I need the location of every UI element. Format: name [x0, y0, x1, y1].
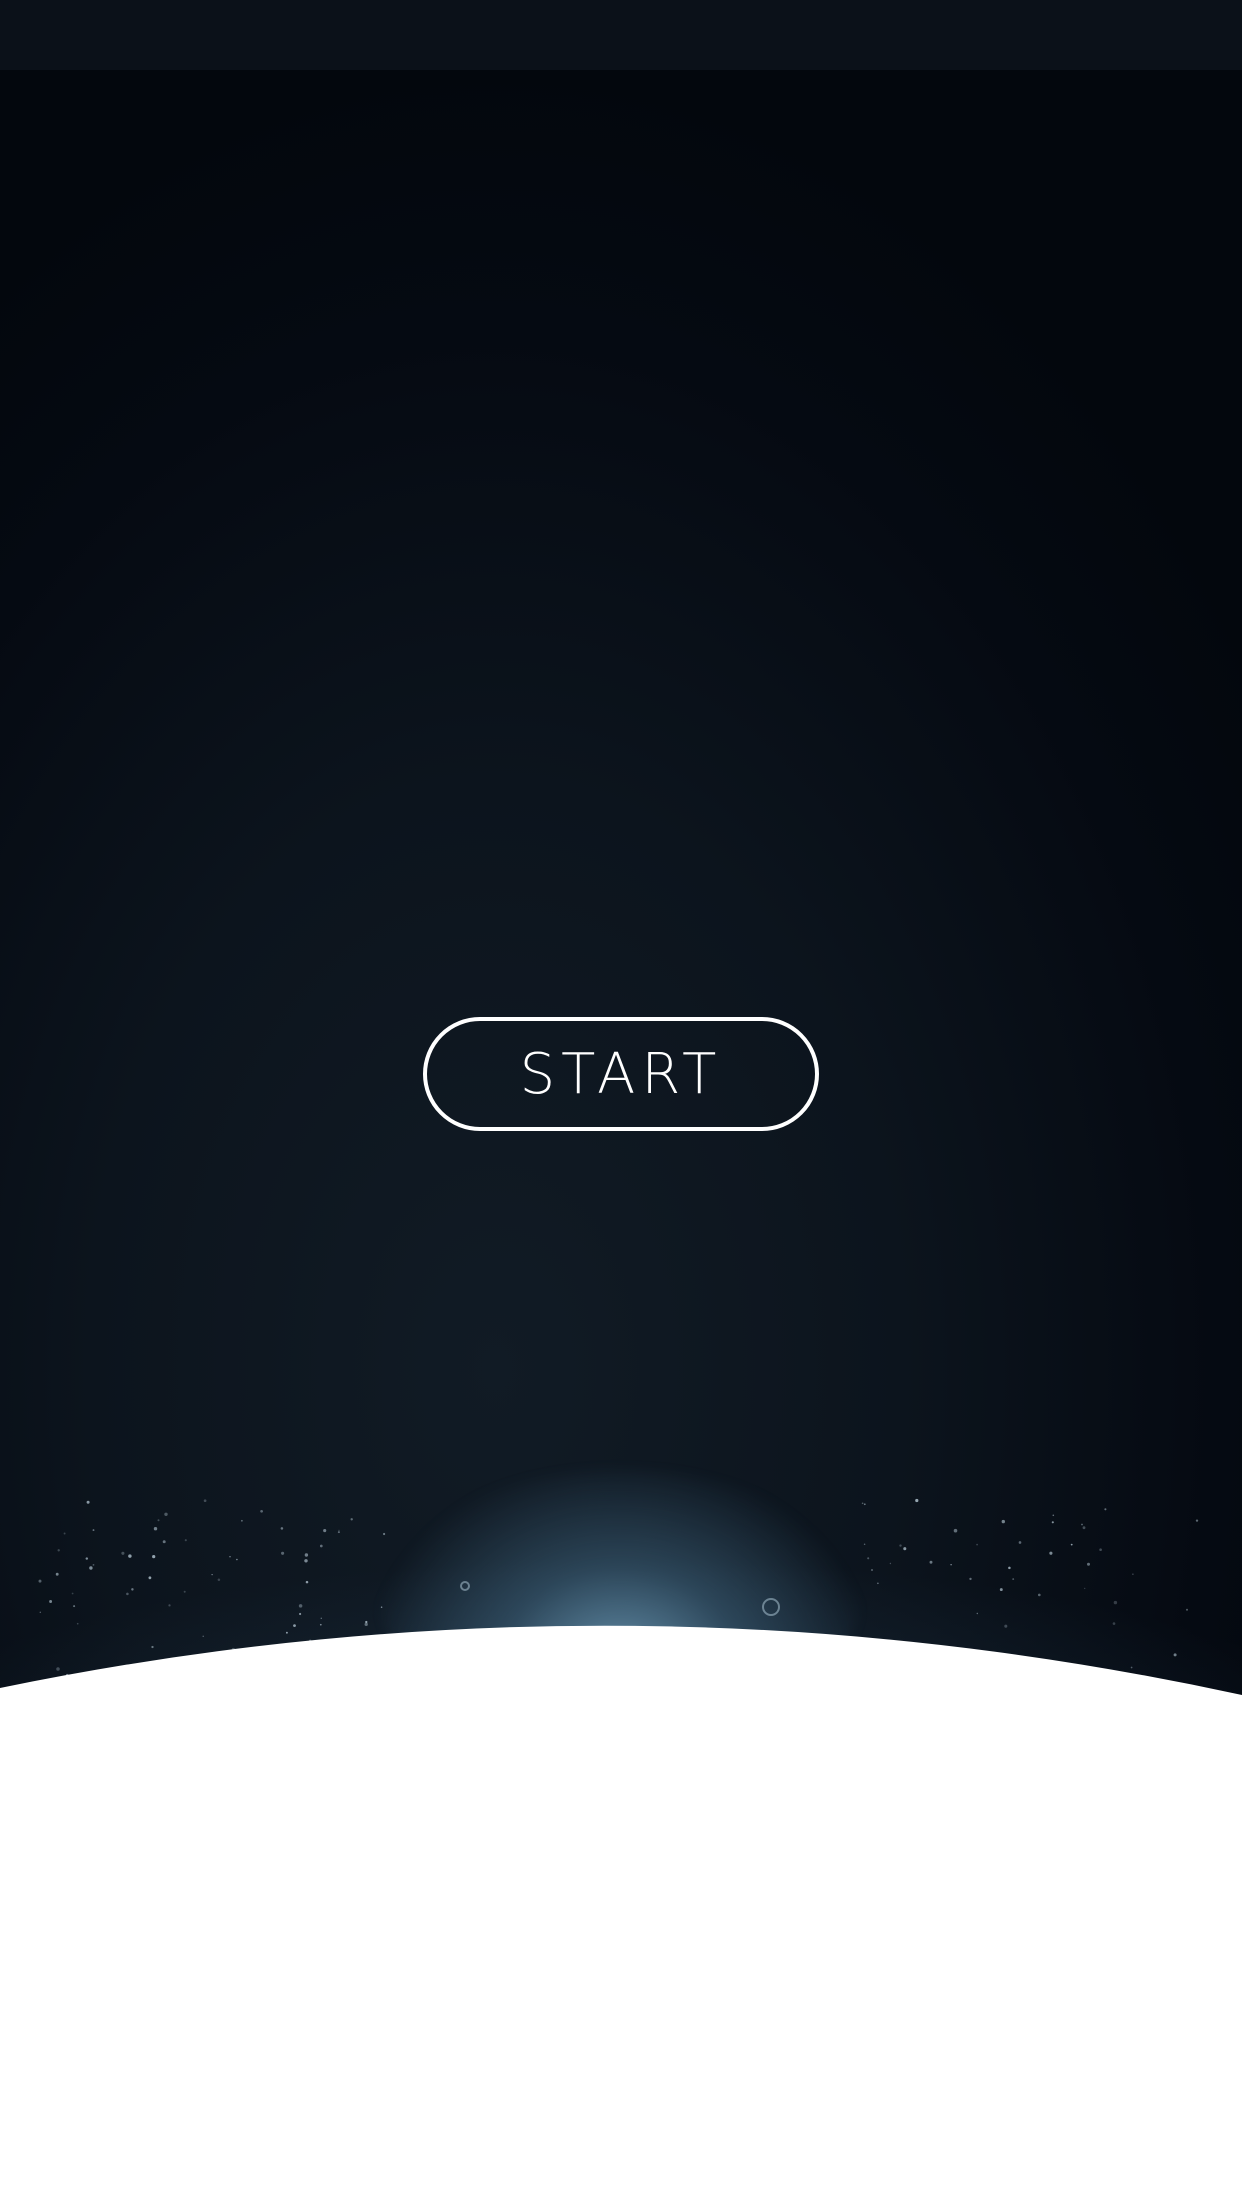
start-button[interactable]: START [423, 1017, 819, 1131]
start-screen: START [0, 0, 1242, 2208]
start-button-label: START [519, 1041, 723, 1107]
